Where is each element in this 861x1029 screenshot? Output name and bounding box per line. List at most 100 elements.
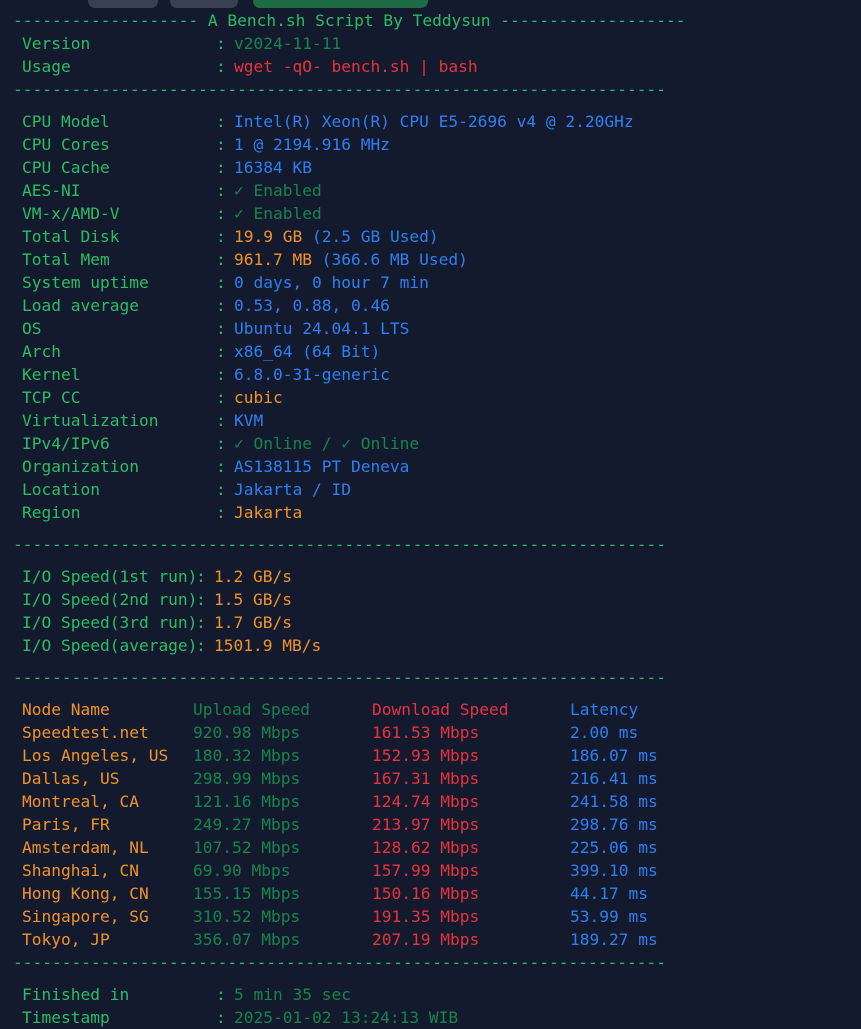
info-value: 6.8.0-31-generic [234,365,390,384]
speedtest-latency: 2.00 ms [570,723,639,742]
info-label: I/O Speed(3rd run) [22,613,198,632]
speedtest-node-name: Los Angeles, US [22,746,169,765]
info-row: IPv4/IPv6: ✓ Online / ✓ Online [13,432,861,455]
banner-title-line: ------------------- A Bench.sh Script By… [13,9,861,32]
info-colon: : [216,434,226,453]
info-value: wget -qO- bench.sh | bash [234,57,478,76]
speedtest-node-name: Montreal, CA [22,792,139,811]
info-value: 0 days, 0 hour 7 min [234,273,429,292]
speedtest-latency: 44.17 ms [570,884,648,903]
info-row: CPU Model: Intel(R) Xeon(R) CPU E5-2696 v… [13,110,861,133]
speedtest-latency: 53.99 ms [570,907,648,926]
speedtest-download-speed: 157.99 Mbps [372,861,480,880]
info-row: System uptime:0 days, 0 hour 7 min [13,271,861,294]
info-colon: : [216,273,226,292]
speedtest-upload-speed: 356.07 Mbps [193,930,301,949]
info-row: Usage: wget -qO- bench.sh | bash [13,55,861,78]
info-colon: : [216,296,226,315]
info-value: 1.2 GB/s [214,567,292,586]
speedtest-download-speed: 150.16 Mbps [372,884,480,903]
info-value: 16384 KB [234,158,312,177]
info-row: Kernel:6.8.0-31-generic [13,363,861,386]
speedtest-latency: 225.06 ms [570,838,658,857]
info-row: I/O Speed(average):1501.9 MB/s [13,634,861,657]
info-label: Region [22,503,81,522]
info-label: I/O Speed(average) [22,636,198,655]
speedtest-node-name: Hong Kong, CN [22,884,149,903]
info-value: ✓ Enabled [234,181,322,200]
info-label: Kernel [22,365,81,384]
info-row: CPU Cores:1 @ 2194.916 MHz [13,133,861,156]
info-row: Location: Jakarta / ID [13,478,861,501]
footer-section: Finished in:5 min 35 sec Timestamp:2025-0… [13,983,861,1029]
info-colon: : [216,204,226,223]
info-row: Organization: AS138115 PT Deneva [13,455,861,478]
info-value: x86_64 (64 Bit) [234,342,381,361]
speedtest-node-name: Singapore, SG [22,907,149,926]
speedtest-download-speed: 191.35 Mbps [372,907,480,926]
speedtest-upload-speed: 121.16 Mbps [193,792,301,811]
info-label: CPU Model [22,112,110,131]
info-row: I/O Speed(1st run):1.2 GB/s [13,565,861,588]
io-speed-section: I/O Speed(1st run):1.2 GB/s I/O Speed(2nd… [13,565,861,657]
info-label: CPU Cache [22,158,110,177]
info-label: Total Mem [22,250,110,269]
info-label: VM-x/AMD-V [22,204,120,223]
info-label: Virtualization [22,411,159,430]
banner-dashes-left: ------------------- [13,11,199,30]
speedtest-node-name: Dallas, US [22,769,120,788]
info-value: Intel(R) Xeon(R) CPU E5-2696 v4 @ 2.20GH… [234,112,634,131]
info-colon: : [216,227,226,246]
info-label: Location [22,480,100,499]
info-colon: : [216,319,226,338]
system-info-section: CPU Model: Intel(R) Xeon(R) CPU E5-2696 v… [13,110,861,524]
info-label: OS [22,319,42,338]
speedtest-download-speed: 207.19 Mbps [372,930,480,949]
separator-1: ----------------------------------------… [13,80,666,99]
info-colon: : [216,365,226,384]
info-row: Virtualization: KVM [13,409,861,432]
info-value: ✓ Online / ✓ Online [234,434,420,453]
info-label: IPv4/IPv6 [22,434,110,453]
info-colon: : [216,181,226,200]
toolbar-button-1[interactable] [88,0,158,8]
info-colon: : [216,34,226,53]
info-row: Arch: x86_64 (64 Bit) [13,340,861,363]
info-colon: : [216,342,226,361]
info-row: CPU Cache:16384 KB [13,156,861,179]
separator-3: ----------------------------------------… [13,668,666,687]
speedtest-upload-speed: 310.52 Mbps [193,907,301,926]
table-row: Dallas, US 298.99 Mbps 167.31 Mbps 216.41 m… [13,767,861,790]
toolbar-button-2[interactable] [170,0,238,8]
speedtest-upload-speed: 155.15 Mbps [193,884,301,903]
info-label: Finished in [22,985,130,1004]
toolbar-button-3[interactable] [253,0,428,8]
table-row: Paris, FR 249.27 Mbps 213.97 Mbps 298.76 ms [13,813,861,836]
terminal-output[interactable]: ------------------- A Bench.sh Script By… [0,9,861,1029]
info-row: VM-x/AMD-V: ✓ Enabled [13,202,861,225]
separator-4: ----------------------------------------… [13,953,666,972]
speedtest-node-name: Speedtest.net [22,723,149,742]
info-row: Timestamp:2025-01-02 13:24:13 WIB [13,1006,861,1029]
info-colon: : [216,985,226,1004]
info-value: 961.7 MB [234,250,312,269]
speedtest-latency: 189.27 ms [570,930,658,949]
info-value: cubic [234,388,283,407]
speedtest-upload-speed: 249.27 Mbps [193,815,301,834]
info-row: Finished in:5 min 35 sec [13,983,861,1006]
info-colon: : [216,388,226,407]
info-row: TCP CC: cubic [13,386,861,409]
speedtest-latency: 186.07 ms [570,746,658,765]
info-value: 19.9 GB [234,227,303,246]
info-colon: : [196,590,206,609]
info-value: ✓ Enabled [234,204,322,223]
speedtest-upload-speed: 69.90 Mbps [193,861,291,880]
table-row: Tokyo, JP 356.07 Mbps 207.19 Mbps 189.27 ms [13,928,861,951]
info-colon: : [216,112,226,131]
speedtest-download-speed: 124.74 Mbps [372,792,480,811]
speedtest-node-name: Paris, FR [22,815,110,834]
info-colon: : [216,250,226,269]
info-row: Version: v2024-11-11 [13,32,861,55]
info-label: Organization [22,457,139,476]
